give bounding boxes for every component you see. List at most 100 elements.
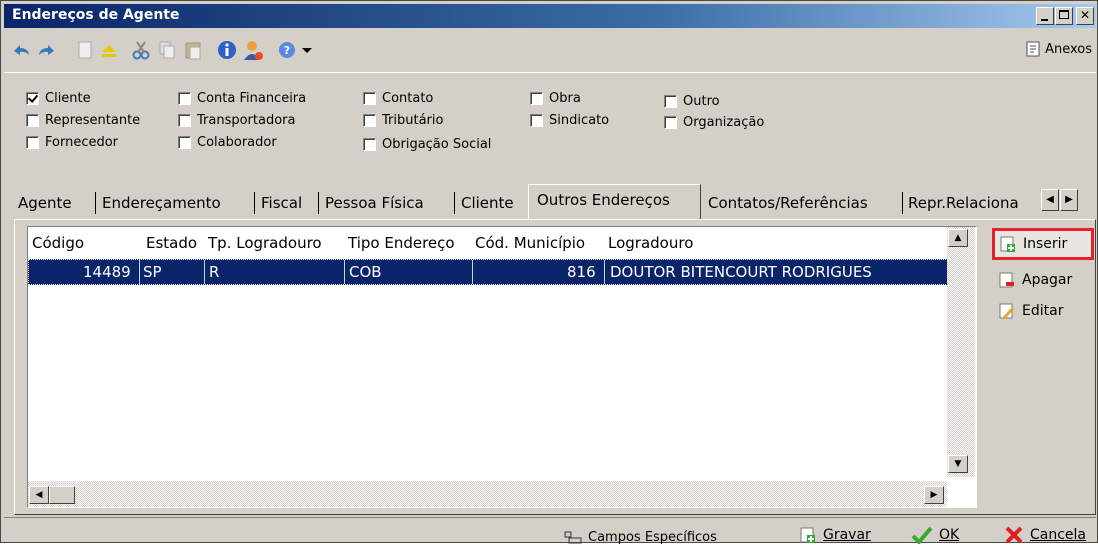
checkbox-outro[interactable]: Outro xyxy=(664,94,720,109)
column-header-tipo-endereco[interactable]: Tipo Endereço xyxy=(348,234,455,252)
scroll-down-icon[interactable]: ▼ xyxy=(948,455,968,473)
checkbox-label: Representante xyxy=(45,113,141,128)
vertical-scrollbar[interactable]: ▲ ▼ xyxy=(947,227,975,477)
grid-header: Código Estado Tp. Logradouro Tipo Endere… xyxy=(28,227,948,257)
tab-agente[interactable]: Agente xyxy=(18,188,72,218)
scroll-up-icon[interactable]: ▲ xyxy=(948,229,968,247)
checkbox-label: Organização xyxy=(683,115,765,130)
checkbox-box[interactable] xyxy=(178,136,191,149)
column-header-estado[interactable]: Estado xyxy=(146,234,197,252)
check-icon xyxy=(911,526,933,544)
cell-divider xyxy=(344,260,345,284)
tab-separator xyxy=(454,192,455,214)
tab-enderecamento[interactable]: Endereçamento xyxy=(102,188,221,218)
tab-repr-relacionados[interactable]: Repr.Relaciona xyxy=(908,188,1040,218)
checkbox-box[interactable] xyxy=(530,114,543,127)
checkbox-box[interactable] xyxy=(664,116,677,129)
copy-icon[interactable] xyxy=(156,39,178,61)
tab-scroll-left-icon[interactable]: ◀ xyxy=(1041,189,1059,211)
scroll-left-icon[interactable]: ◀ xyxy=(29,486,49,504)
checkbox-box[interactable] xyxy=(26,114,39,127)
column-header-codigo[interactable]: Código xyxy=(32,234,84,252)
tab-scroll-right-icon[interactable]: ▶ xyxy=(1060,189,1078,211)
checkbox-colaborador[interactable]: Colaborador xyxy=(178,135,277,150)
checkbox-contato[interactable]: Contato xyxy=(363,91,433,106)
apagar-button[interactable]: Apagar xyxy=(994,266,1092,294)
scroll-right-icon[interactable]: ▶ xyxy=(924,486,944,504)
inserir-label: Inserir xyxy=(1023,236,1068,252)
column-header-tp-logradouro[interactable]: Tp. Logradouro xyxy=(208,234,322,252)
inserir-button[interactable]: Inserir xyxy=(992,228,1094,260)
checkbox-box[interactable] xyxy=(530,92,543,105)
checkbox-fornecedor[interactable]: Fornecedor xyxy=(26,135,118,150)
eject-icon[interactable] xyxy=(98,39,120,61)
checkbox-transportadora[interactable]: Transportadora xyxy=(178,113,295,128)
cell-logradouro: DOUTOR BITENCOURT RODRIGUES xyxy=(610,263,872,281)
checkbox-label: Sindicato xyxy=(549,113,610,128)
ok-label: OK xyxy=(939,527,960,543)
column-header-cod-municipio[interactable]: Cód. Município xyxy=(475,234,585,252)
user-icon[interactable] xyxy=(242,39,264,61)
editar-button[interactable]: Editar xyxy=(994,297,1092,325)
anexos-button[interactable]: Anexos xyxy=(1025,40,1092,58)
checkbox-organizacao[interactable]: Organização xyxy=(664,115,764,130)
tab-fiscal[interactable]: Fiscal xyxy=(261,188,302,218)
checkbox-tributario[interactable]: Tributário xyxy=(363,113,443,128)
checkbox-box[interactable] xyxy=(363,92,376,105)
checkbox-label: Tributário xyxy=(382,113,444,128)
cell-cod-municipio: 816 xyxy=(567,263,596,281)
checkbox-label: Conta Financeira xyxy=(197,91,307,106)
checkbox-obrigacao-social[interactable]: Obrigação Social xyxy=(363,137,491,152)
cancela-button[interactable]: Cancela xyxy=(1004,526,1086,544)
checkbox-representante[interactable]: Representante xyxy=(26,113,140,128)
redo-icon[interactable] xyxy=(36,39,58,61)
undo-icon[interactable] xyxy=(10,39,32,61)
title-bar[interactable]: Endereços de Agente ✕ xyxy=(4,4,1096,28)
minimize-button[interactable] xyxy=(1036,7,1054,25)
checkbox-sindicato[interactable]: Sindicato xyxy=(530,113,609,128)
tab-pessoa-fisica[interactable]: Pessoa Física xyxy=(325,188,424,218)
help-icon[interactable]: ? xyxy=(276,39,298,61)
checkbox-obra[interactable]: Obra xyxy=(530,91,581,106)
paste-icon[interactable] xyxy=(182,39,204,61)
cancela-label: Cancela xyxy=(1030,527,1087,543)
toolbar: ? Anexos xyxy=(4,29,1096,73)
checkbox-box[interactable] xyxy=(26,92,39,105)
checkbox-conta-financeira[interactable]: Conta Financeira xyxy=(178,91,306,106)
tab-bar: Agente Endereçamento Fiscal Pessoa Físic… xyxy=(14,184,1096,220)
gravar-button[interactable]: Gravar xyxy=(799,526,871,544)
checkbox-cliente[interactable]: Cliente xyxy=(26,91,91,106)
tab-cliente[interactable]: Cliente xyxy=(461,188,514,218)
info-icon[interactable] xyxy=(216,39,238,61)
cancel-x-icon xyxy=(1005,526,1023,544)
addresses-grid[interactable]: Código Estado Tp. Logradouro Tipo Endere… xyxy=(27,226,977,508)
tab-outros-enderecos[interactable]: Outros Endereços xyxy=(528,184,701,220)
cut-icon[interactable] xyxy=(130,39,152,61)
cell-codigo: 14489 xyxy=(83,263,131,281)
checkbox-box[interactable] xyxy=(363,138,376,151)
attachment-icon xyxy=(1026,41,1040,57)
checkbox-label: Transportadora xyxy=(197,113,296,128)
checkbox-box[interactable] xyxy=(363,114,376,127)
column-header-logradouro[interactable]: Logradouro xyxy=(608,234,693,252)
horizontal-scrollbar[interactable]: ◀ ▶ xyxy=(28,481,947,507)
tab-contatos-referencias[interactable]: Contatos/Referências xyxy=(708,188,868,218)
checkbox-label: Fornecedor xyxy=(45,135,119,150)
tab-separator xyxy=(254,192,255,214)
checkbox-box[interactable] xyxy=(26,136,39,149)
checkbox-label: Outro xyxy=(683,94,720,109)
cell-divider xyxy=(204,260,205,284)
new-document-icon[interactable] xyxy=(74,39,96,61)
ok-button[interactable]: OK xyxy=(911,526,959,544)
checkbox-label: Cliente xyxy=(45,91,91,106)
horizontal-scroll-thumb[interactable] xyxy=(49,486,75,504)
table-row[interactable]: 14489 SP R COB 816 DOUTOR BITENCOURT ROD… xyxy=(28,259,948,285)
checkbox-box[interactable] xyxy=(664,95,677,108)
tab-separator xyxy=(318,192,319,214)
checkbox-box[interactable] xyxy=(178,114,191,127)
maximize-button[interactable] xyxy=(1055,7,1073,25)
dropdown-icon[interactable] xyxy=(296,39,318,61)
delete-document-icon xyxy=(999,272,1014,288)
checkbox-box[interactable] xyxy=(178,92,191,105)
close-button[interactable]: ✕ xyxy=(1076,7,1094,25)
